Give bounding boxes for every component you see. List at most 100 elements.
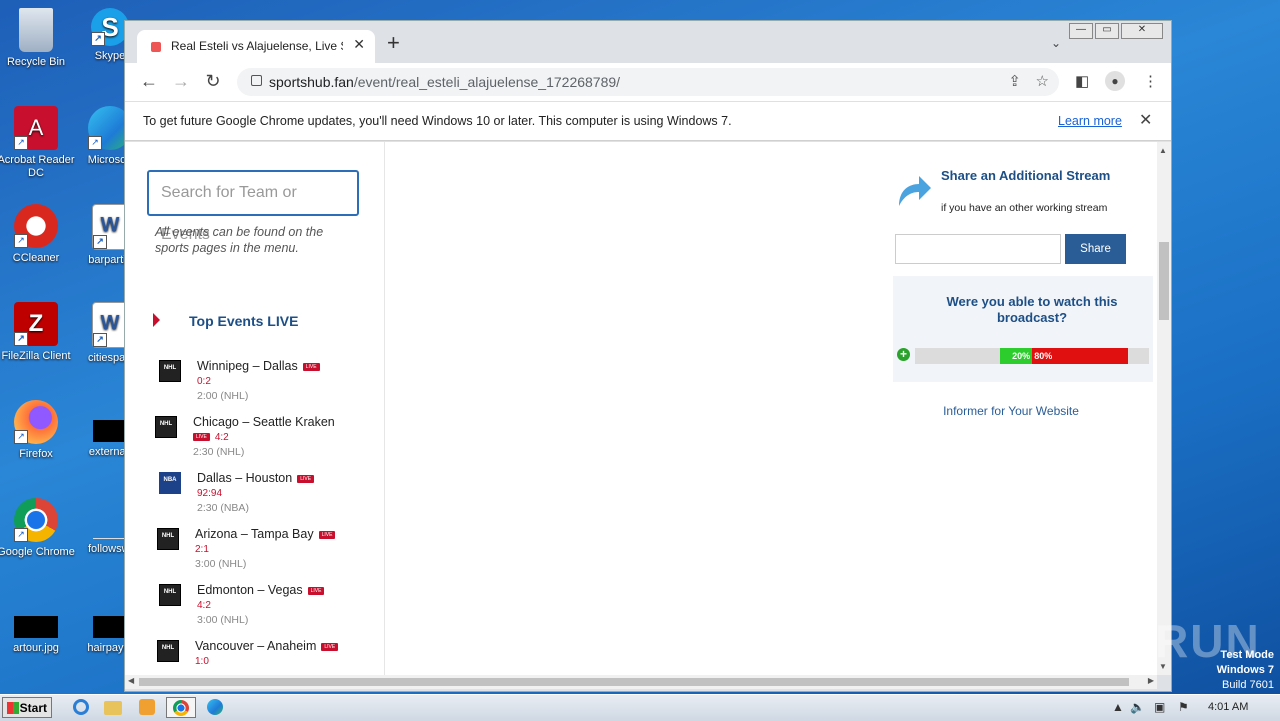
broadcast-poll: Were you able to watch this broadcast? +… xyxy=(893,276,1153,382)
nba-logo-icon: NBA xyxy=(159,472,181,494)
right-sidebar: Share an Additional Stream if you have a… xyxy=(893,142,1153,675)
firefox-icon: ↗ xyxy=(14,400,58,444)
new-tab-button[interactable]: + xyxy=(387,32,400,54)
desktop-icon-filezilla[interactable]: Z ↗ FileZilla Client xyxy=(0,302,76,363)
event-time: 2:00 (NHL) xyxy=(197,390,249,402)
search-hint: All events can be found on the sports pa… xyxy=(155,225,324,255)
taskbar-chrome-icon[interactable] xyxy=(166,697,196,718)
recycle-bin-icon xyxy=(19,8,53,52)
horizontal-scrollbar[interactable]: ◀ ▶ xyxy=(125,675,1157,689)
shortcut-arrow-icon: ↗ xyxy=(93,333,107,347)
word-document-icon: W ↗ xyxy=(92,204,128,250)
triangle-icon xyxy=(153,313,160,327)
scroll-right-arrow-icon[interactable]: ▶ xyxy=(1148,676,1154,685)
informer-link[interactable]: Informer for Your Website xyxy=(893,404,1129,418)
url-host: sportshub.fan xyxy=(269,74,354,90)
poll-question: Were you able to watch this broadcast? xyxy=(946,294,1118,325)
desktop-icon-acrobat[interactable]: A ↗ Acrobat Reader DC xyxy=(0,106,76,180)
taskbar-edge-icon[interactable] xyxy=(202,697,228,718)
update-infobar: To get future Google Chrome updates, you… xyxy=(125,101,1171,141)
live-badge: LIVE xyxy=(193,433,210,442)
infobar-message: To get future Google Chrome updates, you… xyxy=(143,114,732,128)
desktop-icon-label: Acrobat Reader DC xyxy=(0,154,75,179)
browser-toolbar: ← → ↻ sportshub.fan/event/real_esteli_al… xyxy=(125,63,1171,101)
scrollbar-thumb[interactable] xyxy=(139,678,1129,686)
event-name: Arizona – Tampa Bay LIVE xyxy=(195,527,336,541)
filezilla-icon: Z ↗ xyxy=(14,302,58,346)
stream-url-input[interactable] xyxy=(895,234,1061,264)
profile-avatar-icon[interactable]: ● xyxy=(1105,71,1125,91)
live-badge: LIVE xyxy=(321,642,339,651)
file-thumbnail-icon xyxy=(93,498,127,539)
scroll-left-arrow-icon[interactable]: ◀ xyxy=(128,676,134,685)
event-score: 0:2 xyxy=(197,376,211,387)
plus-icon[interactable]: + xyxy=(897,348,910,361)
taskbar-clock[interactable]: 4:01 AM xyxy=(1208,701,1248,713)
desktop-icon-firefox[interactable]: ↗ Firefox xyxy=(0,400,76,461)
close-infobar-icon[interactable]: ✕ xyxy=(1139,110,1152,130)
desktop-icon-ccleaner[interactable]: ↗ CCleaner xyxy=(0,204,76,265)
desktop-icon-label: FileZilla Client xyxy=(1,350,71,362)
shortcut-arrow-icon: ↗ xyxy=(88,136,102,150)
tab-title: Real Esteli vs Alajuelense, Live Score xyxy=(171,39,343,53)
taskbar-media-player-icon[interactable] xyxy=(134,697,160,718)
desktop-icon-label: artour.jpg xyxy=(13,642,59,654)
ccleaner-icon: ↗ xyxy=(14,204,58,248)
desktop-icon-artour[interactable]: artour.jpg xyxy=(0,596,76,655)
tray-show-hidden-icon[interactable]: ▲ xyxy=(1112,700,1124,714)
lock-icon xyxy=(251,75,262,86)
nhl-logo-icon: NHL xyxy=(159,584,181,606)
taskbar-ie-icon[interactable] xyxy=(68,697,94,718)
shortcut-arrow-icon: ↗ xyxy=(14,528,28,542)
close-tab-icon[interactable]: ✕ xyxy=(353,36,365,53)
nhl-logo-icon: NHL xyxy=(155,416,177,438)
browser-tab[interactable]: Real Esteli vs Alajuelense, Live Score ✕ xyxy=(137,30,375,63)
back-button[interactable]: ← xyxy=(137,71,161,91)
desktop-icon-recycle-bin[interactable]: Recycle Bin xyxy=(0,8,76,69)
share-stream-title: Share an Additional Stream xyxy=(941,168,1111,183)
shortcut-arrow-icon: ↗ xyxy=(14,136,28,150)
forward-button[interactable]: → xyxy=(169,71,193,91)
tray-network-icon[interactable]: ▣ xyxy=(1154,700,1165,714)
live-badge: LIVE xyxy=(307,586,325,595)
reload-button[interactable]: ↻ xyxy=(201,71,225,91)
event-name: Edmonton – Vegas LIVE xyxy=(197,583,325,597)
tray-volume-icon[interactable]: 🔈 xyxy=(1130,700,1145,714)
event-name: Dallas – Houston LIVE xyxy=(197,471,315,485)
side-panel-icon[interactable]: ◧ xyxy=(1075,72,1089,90)
live-badge: LIVE xyxy=(302,362,320,371)
event-name: Chicago – Seattle Kraken xyxy=(193,415,335,429)
event-score: 2:1 xyxy=(195,544,209,555)
test-mode-line: Build 7601 xyxy=(1222,679,1274,691)
share-page-icon[interactable]: ⇪ xyxy=(1008,72,1021,90)
bookmark-star-icon[interactable]: ☆ xyxy=(1036,72,1049,90)
live-badge: LIVE xyxy=(318,530,336,539)
left-sidebar: Search for Team or Events All events can… xyxy=(125,142,385,675)
scrollbar-thumb[interactable] xyxy=(1159,242,1169,320)
share-button[interactable]: Share xyxy=(1065,234,1126,264)
tab-search-chevron-icon[interactable]: ⌄ xyxy=(1051,36,1061,50)
event-score: LIVE 4:2 xyxy=(193,432,229,443)
desktop-icon-label: Recycle Bin xyxy=(6,56,66,68)
address-bar[interactable]: sportshub.fan/event/real_esteli_alajuele… xyxy=(237,68,1059,96)
url-text[interactable]: sportshub.fan/event/real_esteli_alajuele… xyxy=(269,74,620,90)
shortcut-arrow-icon: ↗ xyxy=(93,235,107,249)
page-content: Search for Team or Events All events can… xyxy=(125,142,1157,675)
shortcut-arrow-icon: ↗ xyxy=(14,332,28,346)
event-time: 3:00 (NHL) xyxy=(195,558,247,570)
scroll-up-arrow-icon[interactable]: ▲ xyxy=(1159,146,1167,155)
start-button[interactable]: Start xyxy=(2,697,52,718)
learn-more-link[interactable]: Learn more xyxy=(1058,114,1122,128)
search-input[interactable]: Search for Team or Events xyxy=(147,170,359,243)
shortcut-arrow-icon: ↗ xyxy=(14,234,28,248)
vertical-scrollbar[interactable]: ▲ ▼ xyxy=(1157,142,1171,675)
poll-no-segment: 80% xyxy=(1032,348,1128,364)
taskbar-explorer-icon[interactable] xyxy=(100,697,126,718)
tray-action-center-icon[interactable]: ⚑ xyxy=(1178,700,1189,714)
desktop-icon-google-chrome[interactable]: ↗ Google Chrome xyxy=(0,498,76,559)
chrome-window: — ▭ ✕ Real Esteli vs Alajuelense, Live S… xyxy=(124,20,1172,692)
image-file-icon xyxy=(14,616,58,638)
chrome-menu-icon[interactable]: ⋮ xyxy=(1143,72,1158,90)
event-time: 2:30 (NBA) xyxy=(197,502,249,514)
test-mode-label: Test Mode Windows 7 Build 7601 xyxy=(1217,648,1274,693)
